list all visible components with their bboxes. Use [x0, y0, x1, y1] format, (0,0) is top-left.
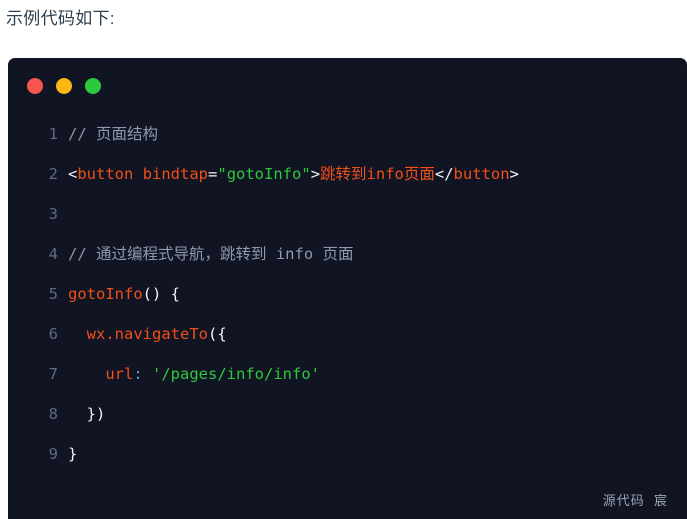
maximize-icon[interactable] [85, 78, 101, 94]
code-line-text: <button bindtap="gotoInfo">跳转到info页面</bu… [68, 165, 519, 183]
line-number: 7 [48, 365, 58, 383]
minimize-icon[interactable] [56, 78, 72, 94]
code-line-text: url: '/pages/info/info' [68, 365, 320, 383]
code-token-punct: } [68, 445, 78, 463]
line-number: 3 [48, 205, 58, 223]
code-token-punct: > [509, 165, 519, 183]
code-line: 4 // 通过编程式导航，跳转到 info 页面 [8, 234, 687, 274]
code-line: 8 }) [8, 394, 687, 434]
code-token-comment: // 页面结构 [68, 125, 158, 143]
watermark: 源代码 宸 [602, 493, 668, 508]
code-line-text: wx.navigateTo({ [68, 325, 227, 343]
code-line-text: gotoInfo() { [68, 285, 180, 303]
code-line: 1 // 页面结构 [8, 114, 687, 154]
window-controls [27, 78, 101, 94]
code-token-punct: < [68, 165, 78, 183]
code-token-colon: : [133, 365, 143, 383]
code-token-punct: ({ [208, 325, 227, 343]
code-line: 5 gotoInfo() { [8, 274, 687, 314]
code-token-punct: > [310, 165, 321, 183]
line-number: 2 [48, 165, 58, 183]
code-token-prop: url [105, 365, 134, 383]
code-token-fn: gotoInfo [68, 285, 143, 303]
line-number: 9 [48, 445, 58, 463]
code-token-tag: button [453, 165, 510, 183]
code-card-titlebar [8, 58, 687, 114]
code-token-comment: // 通过编程式导航，跳转到 info 页面 [68, 245, 354, 263]
page-root: 示例代码如下: 1// 页面结构 2 <button bindtap="gotoIn… [0, 0, 687, 519]
code-token-text: 跳转到info页面 [320, 165, 435, 183]
code-token-tag: button [77, 165, 134, 183]
code-token-string: "gotoInfo" [217, 165, 311, 183]
line-number: 1 [48, 125, 58, 143]
code-token-prop: wx.navigateTo [86, 325, 208, 343]
line-number: 8 [48, 405, 58, 423]
close-icon[interactable] [27, 78, 43, 94]
line-number: 5 [48, 285, 58, 303]
line-number: 6 [48, 325, 58, 343]
code-block-card: 1// 页面结构 2 <button bindtap="gotoInfo">跳转到i… [8, 58, 687, 519]
code-token-punct: }) [86, 405, 106, 423]
code-line-text: }) [68, 405, 106, 423]
code-line: 7 url: '/pages/info/info' [8, 354, 687, 394]
code-line: 9} [8, 434, 687, 474]
code-line: 2 <button bindtap="gotoInfo">跳转到info页面</b… [8, 154, 687, 194]
line-number: 4 [48, 245, 58, 263]
page-title: 示例代码如下: [6, 9, 115, 28]
code-line-text: // 通过编程式导航，跳转到 info 页面 [68, 245, 354, 263]
code-line: 3 [8, 194, 687, 234]
code-line: 6 wx.navigateTo({ [8, 314, 687, 354]
code-content[interactable]: 1// 页面结构 2 <button bindtap="gotoInfo">跳转到i… [8, 114, 687, 519]
code-line-text: } [68, 445, 77, 463]
code-line-text: // 页面结构 [68, 125, 158, 143]
code-token-op: = [208, 165, 218, 183]
code-token-string: '/pages/info/info' [152, 365, 320, 383]
code-token-punct: </ [434, 165, 454, 183]
code-token-punct: () { [142, 285, 180, 303]
code-token-attr: bindtap [142, 165, 209, 183]
